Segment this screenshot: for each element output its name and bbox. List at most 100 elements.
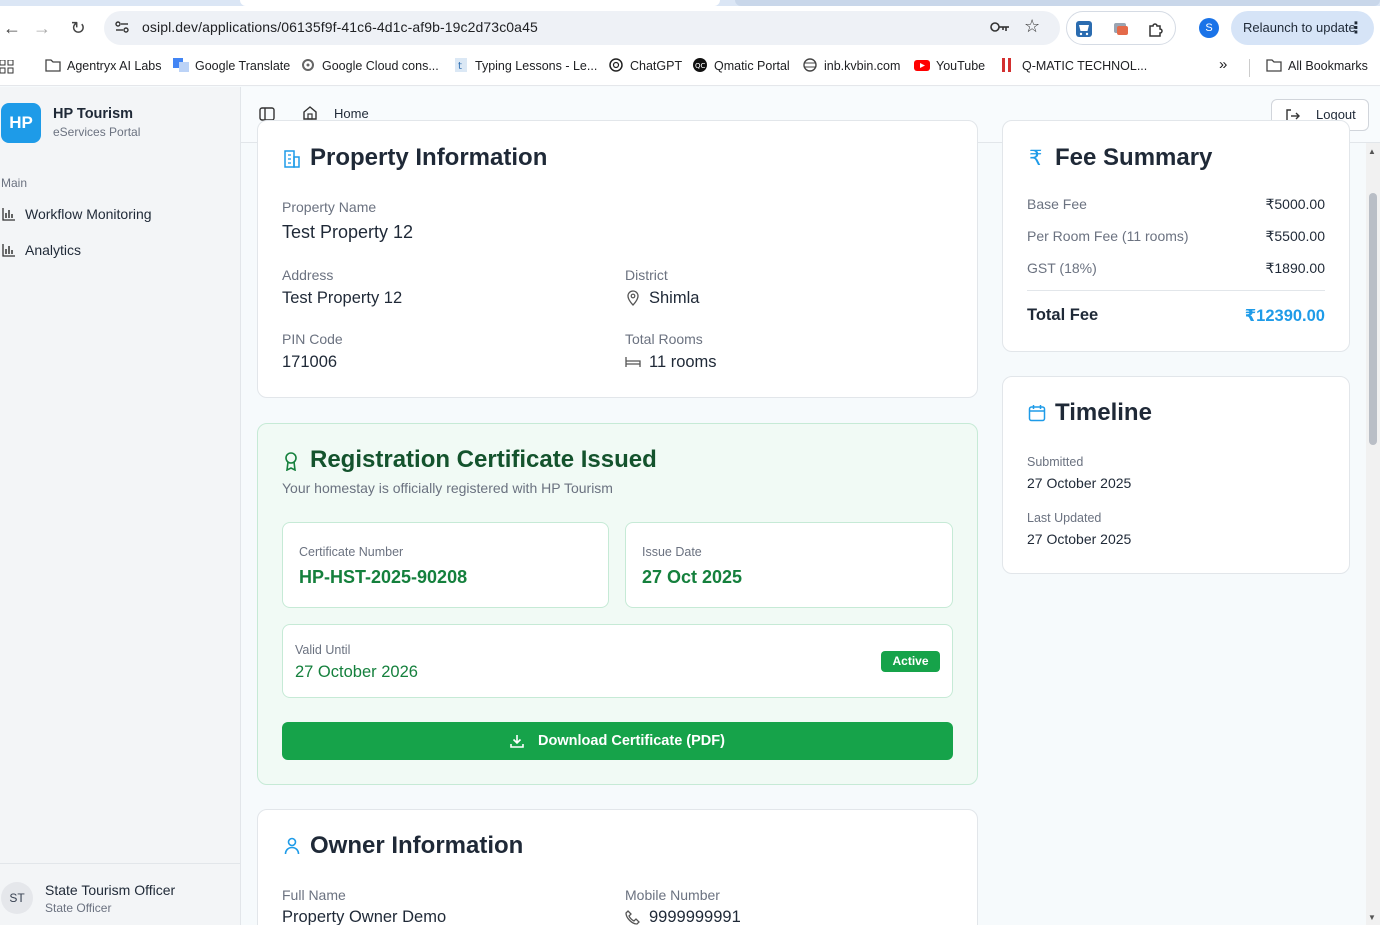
last-updated-value: 27 October 2025 bbox=[1027, 531, 1132, 547]
bookmarks-divider bbox=[1249, 59, 1250, 77]
property-info-title: Property Information bbox=[310, 144, 548, 171]
sidebar-item-label: Analytics bbox=[25, 242, 82, 258]
profile-avatar[interactable]: S bbox=[1199, 18, 1219, 38]
forward-arrow-icon[interactable]: → bbox=[30, 16, 54, 40]
timeline-title: Timeline bbox=[1055, 399, 1152, 426]
bookmark-typing-lessons[interactable]: t Typing Lessons - Le... bbox=[453, 58, 597, 73]
translate-icon bbox=[173, 58, 189, 72]
bookmark-kvbin[interactable]: inb.kvbin.com bbox=[802, 58, 900, 73]
cart-extension-icon[interactable] bbox=[1075, 20, 1093, 38]
total-fee-label: Total Fee bbox=[1027, 306, 1099, 324]
scroll-up-icon[interactable]: ▲ bbox=[1368, 147, 1376, 156]
bookmark-google-cloud[interactable]: Google Cloud cons... bbox=[300, 58, 439, 73]
certificate-number-label: Certificate Number bbox=[299, 545, 404, 559]
download-certificate-button[interactable]: Download Certificate (PDF) bbox=[282, 722, 953, 760]
award-icon bbox=[285, 452, 297, 471]
bookmarks-bar: Agentryx AI Labs Google Translate Google… bbox=[0, 50, 1380, 86]
qmatic-tech-icon bbox=[1002, 58, 1011, 72]
chatgpt-icon bbox=[609, 58, 623, 72]
extensions-puzzle-icon[interactable] bbox=[1147, 20, 1165, 38]
valid-until-value: 27 October 2026 bbox=[295, 663, 418, 681]
mobile-number-value: 9999999991 bbox=[649, 908, 741, 925]
reload-icon[interactable]: ↻ bbox=[66, 16, 90, 40]
active-tab[interactable] bbox=[240, 0, 720, 6]
qmatic-icon: QC bbox=[693, 58, 707, 72]
property-name-label: Property Name bbox=[282, 199, 377, 215]
app-sidebar: HP HP Tourism eServices Portal Main Work… bbox=[0, 87, 241, 925]
submitted-label: Submitted bbox=[1027, 455, 1084, 469]
issue-date-box bbox=[625, 522, 953, 608]
page-scrollbar[interactable]: ▲ ▼ bbox=[1366, 143, 1380, 925]
owner-name-label: Full Name bbox=[282, 887, 346, 903]
fee-row-label: Per Room Fee (11 rooms) bbox=[1027, 228, 1189, 244]
status-badge: Active bbox=[881, 651, 940, 672]
total-rooms-label: Total Rooms bbox=[625, 331, 703, 347]
screenshot-extension-icon[interactable] bbox=[1112, 20, 1130, 38]
valid-until-label: Valid Until bbox=[295, 643, 351, 657]
brand-title: HP Tourism bbox=[53, 106, 134, 122]
bookmark-youtube[interactable]: YouTube bbox=[914, 58, 985, 73]
breadcrumb-home[interactable]: Home bbox=[334, 106, 369, 121]
sidebar-item-workflow-monitoring[interactable]: Workflow Monitoring bbox=[0, 199, 240, 229]
svg-text:t: t bbox=[458, 61, 462, 72]
owner-name-value: Property Owner Demo bbox=[282, 908, 447, 925]
folder-icon bbox=[1266, 59, 1282, 72]
building-icon bbox=[284, 150, 300, 168]
home-icon[interactable] bbox=[302, 105, 318, 121]
rupee-icon: ₹ bbox=[1029, 147, 1043, 170]
all-bookmarks-button[interactable]: All Bookmarks bbox=[1266, 58, 1368, 73]
bar-chart-icon bbox=[2, 244, 15, 257]
submitted-value: 27 October 2025 bbox=[1027, 475, 1132, 491]
browser-toolbar: ← → ↻ osipl.dev/applications/06135f9f-41… bbox=[0, 0, 1380, 50]
scrollbar-thumb[interactable] bbox=[1369, 193, 1377, 445]
menu-dots-icon[interactable]: ⋮ bbox=[1348, 18, 1364, 38]
apps-grid-icon[interactable] bbox=[0, 60, 14, 74]
download-icon bbox=[510, 735, 524, 748]
relaunch-button[interactable]: Relaunch to update ⋮ bbox=[1231, 11, 1374, 45]
typing-icon: t bbox=[455, 58, 467, 72]
fee-summary-title: Fee Summary bbox=[1055, 144, 1213, 171]
site-settings-icon[interactable] bbox=[114, 19, 132, 37]
user-name: State Tourism Officer bbox=[45, 882, 176, 898]
fee-row-label: GST (18%) bbox=[1027, 260, 1097, 276]
download-label: Download Certificate (PDF) bbox=[538, 733, 725, 749]
district-value: Shimla bbox=[649, 289, 700, 307]
valid-until-box bbox=[282, 624, 953, 698]
address-value: Test Property 12 bbox=[282, 289, 403, 307]
pin-code-label: PIN Code bbox=[282, 331, 343, 347]
fee-row-value: ₹5000.00 bbox=[1265, 196, 1325, 212]
certificate-number-value: HP-HST-2025-90208 bbox=[299, 567, 468, 587]
back-arrow-icon[interactable]: ← bbox=[0, 16, 24, 40]
user-role: State Officer bbox=[45, 901, 112, 915]
certificate-number-box bbox=[282, 522, 609, 608]
certificate-title: Registration Certificate Issued bbox=[310, 446, 657, 473]
avatar[interactable]: ST bbox=[1, 882, 33, 914]
owner-info-title: Owner Information bbox=[310, 832, 524, 859]
youtube-icon bbox=[914, 60, 930, 71]
scroll-down-icon[interactable]: ▼ bbox=[1368, 913, 1376, 922]
bookmark-qmatic-portal[interactable]: QC Qmatic Portal bbox=[692, 58, 790, 73]
app-logo[interactable]: HP bbox=[1, 103, 41, 143]
user-icon bbox=[284, 837, 300, 855]
bookmarks-overflow-icon[interactable]: » bbox=[1219, 56, 1227, 73]
sidebar-item-analytics[interactable]: Analytics bbox=[0, 235, 240, 265]
bookmark-chatgpt[interactable]: ChatGPT bbox=[608, 58, 682, 73]
bed-icon bbox=[625, 357, 641, 367]
fee-row-label: Base Fee bbox=[1027, 196, 1087, 212]
address-label: Address bbox=[282, 267, 334, 283]
url-text[interactable]: osipl.dev/applications/06135f9f-41c6-4d1… bbox=[142, 19, 538, 35]
total-rooms-value: 11 rooms bbox=[649, 353, 717, 371]
map-pin-icon bbox=[627, 290, 639, 306]
bookmark-google-translate[interactable]: Google Translate bbox=[173, 58, 290, 73]
bookmark-star-icon[interactable]: ☆ bbox=[1024, 16, 1040, 37]
globe-icon bbox=[803, 58, 817, 72]
password-key-icon[interactable] bbox=[990, 18, 1010, 41]
address-bar[interactable]: osipl.dev/applications/06135f9f-41c6-4d1… bbox=[104, 11, 1060, 45]
pin-code-value: 171006 bbox=[282, 353, 338, 371]
issue-date-value: 27 Oct 2025 bbox=[642, 567, 743, 587]
property-name-value: Test Property 12 bbox=[282, 222, 414, 242]
sidebar-user-panel[interactable]: ST State Tourism Officer State Officer bbox=[0, 863, 240, 925]
inactive-tab[interactable] bbox=[735, 0, 1380, 6]
bookmark-qmatic-technol[interactable]: Q-MATIC TECHNOL... bbox=[1000, 58, 1147, 73]
bookmark-agentryx[interactable]: Agentryx AI Labs bbox=[45, 58, 162, 73]
